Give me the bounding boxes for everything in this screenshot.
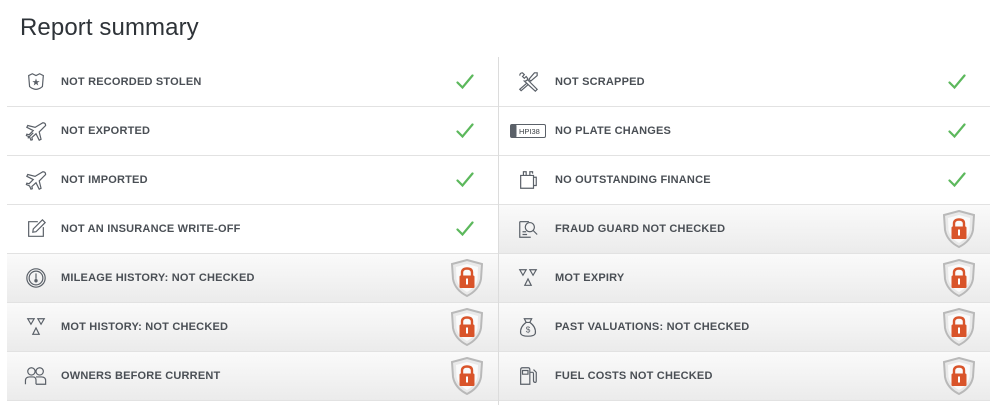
right-column: NOT SCRAPPED HPI38 NO PLATE CHANGES NO O… <box>499 57 990 405</box>
page-title: Report summary <box>20 14 199 41</box>
left-column: NOT RECORDED STOLEN NOT EXPORTED NOT IMP… <box>7 57 499 405</box>
mot-triangles-icon <box>514 264 542 292</box>
row-label: NOT SCRAPPED <box>555 75 645 88</box>
plate-text: HPI38 <box>519 127 540 136</box>
lock-shield-icon[interactable] <box>942 259 976 297</box>
check-icon <box>456 123 474 139</box>
money-bag-icon: $ <box>514 313 542 341</box>
police-badge-icon <box>22 68 50 96</box>
wrench-screwdriver-icon <box>514 68 542 96</box>
row-label: NO OUTSTANDING FINANCE <box>555 174 711 186</box>
report-row: NOT RECORDED STOLEN <box>7 57 498 107</box>
finance-document-icon <box>514 166 542 194</box>
owners-people-icon <box>22 362 50 390</box>
report-row: NOT EXPORTED <box>7 107 498 156</box>
mot-triangles-icon <box>22 313 50 341</box>
row-label: OWNERS BEFORE CURRENT <box>61 370 221 382</box>
row-label: MOT HISTORY: NOT CHECKED <box>61 321 229 333</box>
report-row[interactable]: MOT EXPIRY <box>499 254 990 303</box>
report-row[interactable]: MILEAGE HISTORY: NOT CHECKED <box>7 254 498 303</box>
lock-shield-icon[interactable] <box>450 259 484 297</box>
lock-shield-icon[interactable] <box>942 357 976 395</box>
row-label: MILEAGE HISTORY: NOT CHECKED <box>61 272 255 284</box>
lock-shield-icon[interactable] <box>450 308 484 346</box>
row-label: NOT RECORDED STOLEN <box>61 75 202 88</box>
plane-landing-icon <box>22 166 50 194</box>
row-label: PAST VALUATIONS: NOT CHECKED <box>555 321 750 333</box>
lock-shield-icon[interactable] <box>942 308 976 346</box>
speedometer-icon <box>22 264 50 292</box>
check-icon <box>456 221 474 237</box>
row-label: FRAUD GUARD NOT CHECKED <box>555 223 726 235</box>
check-icon <box>456 73 474 90</box>
lock-shield-icon[interactable] <box>942 210 976 248</box>
fuel-pump-icon <box>514 362 542 390</box>
row-label: NOT IMPORTED <box>61 174 148 186</box>
report-row[interactable]: OWNERS BEFORE CURRENT <box>7 352 498 401</box>
fraud-search-icon <box>514 215 542 243</box>
report-row: HPI38 NO PLATE CHANGES <box>499 107 990 156</box>
row-label: MOT EXPIRY <box>555 272 625 284</box>
check-icon <box>948 123 966 139</box>
pencil-edit-icon <box>22 215 50 243</box>
lock-shield-icon[interactable] <box>450 357 484 395</box>
report-row[interactable]: FUEL COSTS NOT CHECKED <box>499 352 990 401</box>
check-icon <box>948 73 966 90</box>
report-row: NOT AN INSURANCE WRITE-OFF <box>7 205 498 254</box>
row-label: NOT AN INSURANCE WRITE-OFF <box>61 223 241 235</box>
report-row: NOT IMPORTED <box>7 156 498 205</box>
report-summary-grid: NOT RECORDED STOLEN NOT EXPORTED NOT IMP… <box>7 57 990 405</box>
svg-text:$: $ <box>526 326 531 335</box>
check-icon <box>456 172 474 188</box>
number-plate-icon: HPI38 <box>510 117 546 145</box>
report-row[interactable]: FRAUD GUARD NOT CHECKED <box>499 205 990 254</box>
row-label: NO PLATE CHANGES <box>555 125 672 137</box>
check-icon <box>948 172 966 188</box>
row-label: NOT EXPORTED <box>61 125 151 137</box>
report-row: NO OUTSTANDING FINANCE <box>499 156 990 205</box>
plane-takeoff-icon <box>22 117 50 145</box>
report-row: NOT SCRAPPED <box>499 57 990 107</box>
report-row[interactable]: MOT HISTORY: NOT CHECKED <box>7 303 498 352</box>
report-row[interactable]: $ PAST VALUATIONS: NOT CHECKED <box>499 303 990 352</box>
row-label: FUEL COSTS NOT CHECKED <box>555 370 713 382</box>
